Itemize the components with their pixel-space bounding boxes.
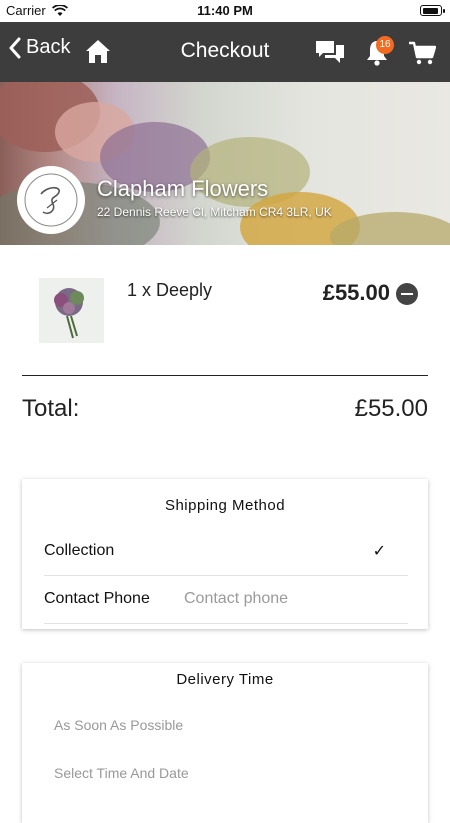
shop-logo: [17, 166, 85, 234]
remove-item-button[interactable]: [396, 283, 418, 305]
contact-phone-input[interactable]: [184, 590, 384, 608]
divider: [22, 375, 428, 376]
contact-phone-row: Contact Phone: [44, 575, 408, 624]
notification-badge: 16: [376, 36, 394, 54]
battery-icon: [420, 5, 445, 16]
bouquet-icon: [39, 278, 104, 343]
shipping-option-label: Collection: [44, 542, 115, 559]
checkmark-icon: ✓: [372, 543, 386, 560]
shop-banner: Clapham Flowers 22 Dennis Reeve Cl, Mitc…: [0, 82, 450, 245]
shipping-option-collection[interactable]: Collection ✓: [44, 527, 408, 576]
shop-logo-mark: [24, 173, 78, 227]
cart-icon[interactable]: [408, 40, 436, 66]
shop-address: 22 Dennis Reeve Cl, Mitcham CR4 3LR, UK: [97, 205, 332, 219]
status-bar: Carrier 11:40 PM: [0, 0, 450, 22]
total-value: £55.00: [354, 395, 428, 422]
cart-item-name: 1 x Deeply: [127, 280, 213, 300]
delivery-option-asap[interactable]: As Soon As Possible: [54, 717, 183, 733]
shipping-method-title: Shipping Method: [164, 497, 286, 514]
product-image: [39, 278, 104, 343]
cart-item-price: £55.00: [322, 280, 390, 305]
delivery-time-card: Delivery Time As Soon As Possible Select…: [22, 663, 428, 823]
contact-phone-label: Contact Phone: [44, 590, 150, 607]
shop-name: Clapham Flowers: [97, 176, 269, 201]
delivery-option-select-time[interactable]: Select Time And Date: [54, 765, 189, 781]
status-time: 11:40 PM: [197, 3, 253, 18]
total-label: Total:: [22, 395, 80, 422]
shipping-method-card: Shipping Method Collection ✓ Contact Pho…: [22, 479, 428, 629]
delivery-time-title: Delivery Time: [176, 671, 274, 688]
nav-bar: Back Checkout 16: [0, 22, 450, 82]
chat-icon[interactable]: [315, 39, 345, 65]
